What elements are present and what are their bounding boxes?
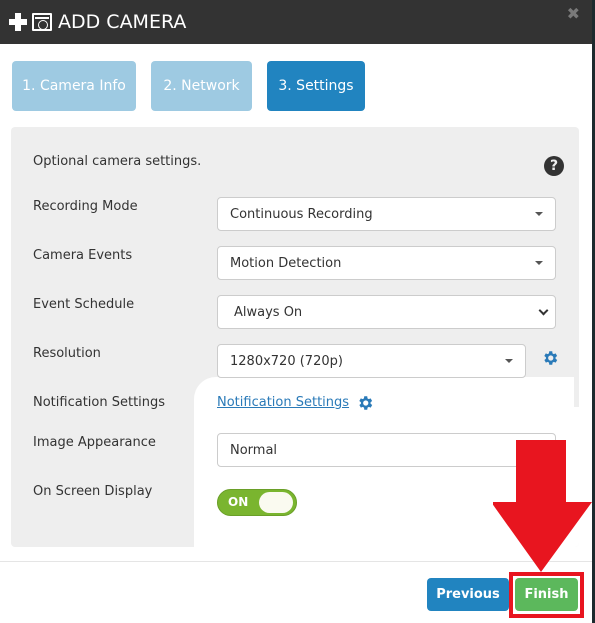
close-icon[interactable]: ✖	[567, 4, 580, 23]
event-schedule-value: Always On	[234, 304, 303, 320]
footer-divider	[0, 561, 592, 562]
notification-gear-icon[interactable]	[356, 394, 374, 412]
camera-events-label: Camera Events	[33, 248, 133, 263]
recording-mode-select[interactable]: Continuous Recording	[217, 197, 556, 231]
finish-button[interactable]: Finish	[515, 578, 578, 611]
recording-mode-value: Continuous Recording	[230, 206, 373, 222]
watermark-shape	[441, 407, 579, 547]
resolution-value: 1280x720 (720p)	[230, 353, 343, 369]
previous-button[interactable]: Previous	[427, 578, 509, 611]
recording-mode-label: Recording Mode	[33, 199, 138, 214]
image-appearance-label: Image Appearance	[33, 435, 156, 450]
resolution-label: Resolution	[33, 346, 101, 361]
step-network[interactable]: 2. Network	[151, 61, 252, 111]
caret-down-icon	[505, 359, 513, 363]
caret-down-icon	[535, 212, 543, 216]
panel-intro: Optional camera settings.	[33, 154, 202, 169]
caret-down-icon	[535, 261, 543, 265]
help-icon[interactable]: ?	[544, 156, 564, 176]
plus-icon	[9, 13, 27, 31]
toggle-state-label: ON	[228, 495, 249, 509]
notification-settings-link[interactable]: Notification Settings	[217, 395, 349, 410]
on-screen-display-label: On Screen Display	[33, 484, 153, 499]
toggle-knob	[259, 492, 293, 513]
settings-panel: Optional camera settings. ? Recording Mo…	[11, 127, 579, 547]
step-settings[interactable]: 3. Settings	[267, 61, 365, 111]
on-screen-display-toggle[interactable]: ON	[217, 489, 297, 516]
resolution-select[interactable]: 1280x720 (720p)	[217, 344, 526, 378]
modal-header: ADD CAMERA ✖	[0, 0, 592, 44]
event-schedule-label: Event Schedule	[33, 297, 135, 312]
image-appearance-select[interactable]: Normal	[217, 433, 556, 467]
chevron-down-icon	[538, 305, 549, 316]
camera-events-value: Motion Detection	[230, 255, 342, 271]
event-schedule-select[interactable]: Always On	[217, 295, 556, 329]
camera-events-select[interactable]: Motion Detection	[217, 246, 556, 280]
image-appearance-value: Normal	[230, 442, 278, 458]
add-camera-modal: ADD CAMERA ✖ 1. Camera Info 2. Network 3…	[0, 0, 592, 623]
notification-settings-label: Notification Settings	[33, 395, 166, 410]
camera-icon	[32, 13, 52, 31]
resolution-gear-icon[interactable]	[541, 349, 559, 367]
step-camera-info[interactable]: 1. Camera Info	[12, 61, 136, 111]
wizard-steps: 1. Camera Info 2. Network 3. Settings	[12, 61, 365, 111]
modal-title: ADD CAMERA	[58, 11, 187, 33]
